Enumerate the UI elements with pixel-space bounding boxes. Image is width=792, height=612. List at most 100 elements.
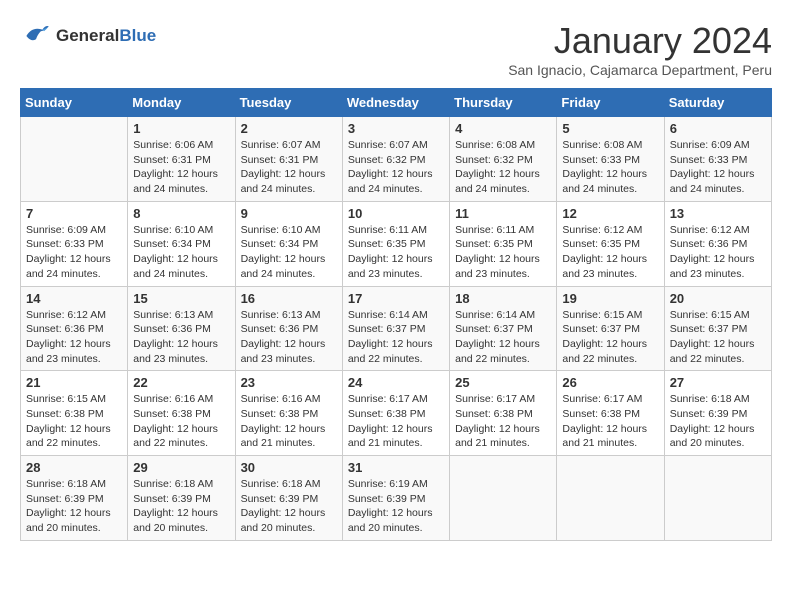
- calendar-cell: [557, 456, 664, 541]
- calendar-cell: 17 Sunrise: 6:14 AMSunset: 6:37 PMDayligh…: [342, 286, 449, 371]
- calendar-cell: 15 Sunrise: 6:13 AMSunset: 6:36 PMDayligh…: [128, 286, 235, 371]
- calendar-cell: 13 Sunrise: 6:12 AMSunset: 6:36 PMDayligh…: [664, 201, 771, 286]
- calendar-cell: 8Sunrise: 6:10 AMSunset: 6:34 PMDaylight…: [128, 201, 235, 286]
- day-info: Sunrise: 6:17 AMSunset: 6:38 PMDaylight:…: [455, 392, 551, 451]
- calendar-cell: 11Sunrise: 6:11 AMSunset: 6:35 PMDayligh…: [450, 201, 557, 286]
- day-info: Sunrise: 6:18 AMSunset: 6:39 PMDaylight:…: [241, 477, 337, 536]
- calendar-subtitle: San Ignacio, Cajamarca Department, Peru: [508, 62, 772, 78]
- day-info: Sunrise: 6:12 AMSunset: 6:36 PMDaylight:…: [670, 223, 766, 282]
- day-number: 16: [241, 291, 337, 306]
- day-info: Sunrise: 6:15 AMSunset: 6:38 PMDaylight:…: [26, 392, 122, 451]
- calendar-cell: 18 Sunrise: 6:14 AMSunset: 6:37 PMDayligh…: [450, 286, 557, 371]
- calendar-cell: [664, 456, 771, 541]
- calendar-cell: 3Sunrise: 6:07 AMSunset: 6:32 PMDaylight…: [342, 117, 449, 202]
- day-number: 29: [133, 460, 229, 475]
- day-number: 23: [241, 375, 337, 390]
- day-number: 12: [562, 206, 658, 221]
- title-section: January 2024 San Ignacio, Cajamarca Depa…: [508, 20, 772, 78]
- calendar-cell: 16 Sunrise: 6:13 AMSunset: 6:36 PMDayligh…: [235, 286, 342, 371]
- day-info: Sunrise: 6:18 AMSunset: 6:39 PMDaylight:…: [133, 477, 229, 536]
- day-number: 13: [670, 206, 766, 221]
- calendar-cell: 25 Sunrise: 6:17 AMSunset: 6:38 PMDayligh…: [450, 371, 557, 456]
- calendar-cell: 22Sunrise: 6:16 AMSunset: 6:38 PMDayligh…: [128, 371, 235, 456]
- calendar-cell: 5 Sunrise: 6:08 AMSunset: 6:33 PMDaylight…: [557, 117, 664, 202]
- day-info: Sunrise: 6:08 AMSunset: 6:32 PMDaylight:…: [455, 138, 551, 197]
- calendar-cell: 19Sunrise: 6:15 AMSunset: 6:37 PMDayligh…: [557, 286, 664, 371]
- calendar-cell: 24 Sunrise: 6:17 AMSunset: 6:38 PMDayligh…: [342, 371, 449, 456]
- calendar-title: January 2024: [508, 20, 772, 62]
- day-number: 17: [348, 291, 444, 306]
- day-info: Sunrise: 6:16 AMSunset: 6:38 PMDaylight:…: [241, 392, 337, 451]
- calendar-cell: 2 Sunrise: 6:07 AMSunset: 6:31 PMDaylight…: [235, 117, 342, 202]
- day-header-friday: Friday: [557, 89, 664, 117]
- calendar-cell: 23 Sunrise: 6:16 AMSunset: 6:38 PMDayligh…: [235, 371, 342, 456]
- day-info: Sunrise: 6:16 AMSunset: 6:38 PMDaylight:…: [133, 392, 229, 451]
- calendar-cell: [21, 117, 128, 202]
- calendar-cell: 14 Sunrise: 6:12 AMSunset: 6:36 PMDayligh…: [21, 286, 128, 371]
- day-header-sunday: Sunday: [21, 89, 128, 117]
- day-number: 24: [348, 375, 444, 390]
- calendar-cell: [450, 456, 557, 541]
- day-info: Sunrise: 6:09 AMSunset: 6:33 PMDaylight:…: [26, 223, 122, 282]
- day-info: Sunrise: 6:07 AMSunset: 6:31 PMDaylight:…: [241, 138, 337, 197]
- day-info: Sunrise: 6:18 AMSunset: 6:39 PMDaylight:…: [26, 477, 122, 536]
- day-info: Sunrise: 6:19 AMSunset: 6:39 PMDaylight:…: [348, 477, 444, 536]
- day-info: Sunrise: 6:12 AMSunset: 6:36 PMDaylight:…: [26, 308, 122, 367]
- day-info: Sunrise: 6:13 AMSunset: 6:36 PMDaylight:…: [241, 308, 337, 367]
- calendar-cell: 21 Sunrise: 6:15 AMSunset: 6:38 PMDayligh…: [21, 371, 128, 456]
- day-number: 28: [26, 460, 122, 475]
- day-info: Sunrise: 6:11 AMSunset: 6:35 PMDaylight:…: [348, 223, 444, 282]
- day-header-wednesday: Wednesday: [342, 89, 449, 117]
- calendar-cell: 6 Sunrise: 6:09 AMSunset: 6:33 PMDaylight…: [664, 117, 771, 202]
- day-number: 6: [670, 121, 766, 136]
- day-info: Sunrise: 6:18 AMSunset: 6:39 PMDaylight:…: [670, 392, 766, 451]
- calendar-cell: 29 Sunrise: 6:18 AMSunset: 6:39 PMDayligh…: [128, 456, 235, 541]
- day-header-saturday: Saturday: [664, 89, 771, 117]
- day-info: Sunrise: 6:10 AMSunset: 6:34 PMDaylight:…: [241, 223, 337, 282]
- day-info: Sunrise: 6:17 AMSunset: 6:38 PMDaylight:…: [348, 392, 444, 451]
- page-header: GeneralBlue January 2024 San Ignacio, Ca…: [20, 20, 772, 78]
- calendar-cell: 4Sunrise: 6:08 AMSunset: 6:32 PMDaylight…: [450, 117, 557, 202]
- calendar-cell: 12 Sunrise: 6:12 AMSunset: 6:35 PMDayligh…: [557, 201, 664, 286]
- day-number: 20: [670, 291, 766, 306]
- day-number: 2: [241, 121, 337, 136]
- calendar-cell: 20 Sunrise: 6:15 AMSunset: 6:37 PMDayligh…: [664, 286, 771, 371]
- day-info: Sunrise: 6:07 AMSunset: 6:32 PMDaylight:…: [348, 138, 444, 197]
- day-number: 1: [133, 121, 229, 136]
- day-header-tuesday: Tuesday: [235, 89, 342, 117]
- calendar-cell: 30 Sunrise: 6:18 AMSunset: 6:39 PMDayligh…: [235, 456, 342, 541]
- day-header-monday: Monday: [128, 89, 235, 117]
- calendar-cell: 31 Sunrise: 6:19 AMSunset: 6:39 PMDayligh…: [342, 456, 449, 541]
- day-number: 5: [562, 121, 658, 136]
- day-info: Sunrise: 6:12 AMSunset: 6:35 PMDaylight:…: [562, 223, 658, 282]
- calendar-cell: 7Sunrise: 6:09 AMSunset: 6:33 PMDaylight…: [21, 201, 128, 286]
- logo: GeneralBlue: [20, 20, 156, 52]
- day-number: 27: [670, 375, 766, 390]
- day-info: Sunrise: 6:14 AMSunset: 6:37 PMDaylight:…: [348, 308, 444, 367]
- day-number: 26: [562, 375, 658, 390]
- day-number: 8: [133, 206, 229, 221]
- day-number: 30: [241, 460, 337, 475]
- day-number: 11: [455, 206, 551, 221]
- logo-text: GeneralBlue: [56, 26, 156, 46]
- logo-icon: [20, 20, 52, 52]
- calendar-cell: 9Sunrise: 6:10 AMSunset: 6:34 PMDaylight…: [235, 201, 342, 286]
- day-info: Sunrise: 6:17 AMSunset: 6:38 PMDaylight:…: [562, 392, 658, 451]
- day-number: 31: [348, 460, 444, 475]
- day-number: 15: [133, 291, 229, 306]
- calendar-cell: 10 Sunrise: 6:11 AMSunset: 6:35 PMDayligh…: [342, 201, 449, 286]
- day-number: 14: [26, 291, 122, 306]
- calendar-cell: 27 Sunrise: 6:18 AMSunset: 6:39 PMDayligh…: [664, 371, 771, 456]
- day-info: Sunrise: 6:14 AMSunset: 6:37 PMDaylight:…: [455, 308, 551, 367]
- day-info: Sunrise: 6:08 AMSunset: 6:33 PMDaylight:…: [562, 138, 658, 197]
- day-number: 18: [455, 291, 551, 306]
- day-number: 21: [26, 375, 122, 390]
- day-info: Sunrise: 6:06 AMSunset: 6:31 PMDaylight:…: [133, 138, 229, 197]
- calendar-cell: 28 Sunrise: 6:18 AMSunset: 6:39 PMDayligh…: [21, 456, 128, 541]
- day-number: 19: [562, 291, 658, 306]
- day-info: Sunrise: 6:13 AMSunset: 6:36 PMDaylight:…: [133, 308, 229, 367]
- day-info: Sunrise: 6:09 AMSunset: 6:33 PMDaylight:…: [670, 138, 766, 197]
- day-info: Sunrise: 6:15 AMSunset: 6:37 PMDaylight:…: [670, 308, 766, 367]
- day-number: 25: [455, 375, 551, 390]
- day-number: 10: [348, 206, 444, 221]
